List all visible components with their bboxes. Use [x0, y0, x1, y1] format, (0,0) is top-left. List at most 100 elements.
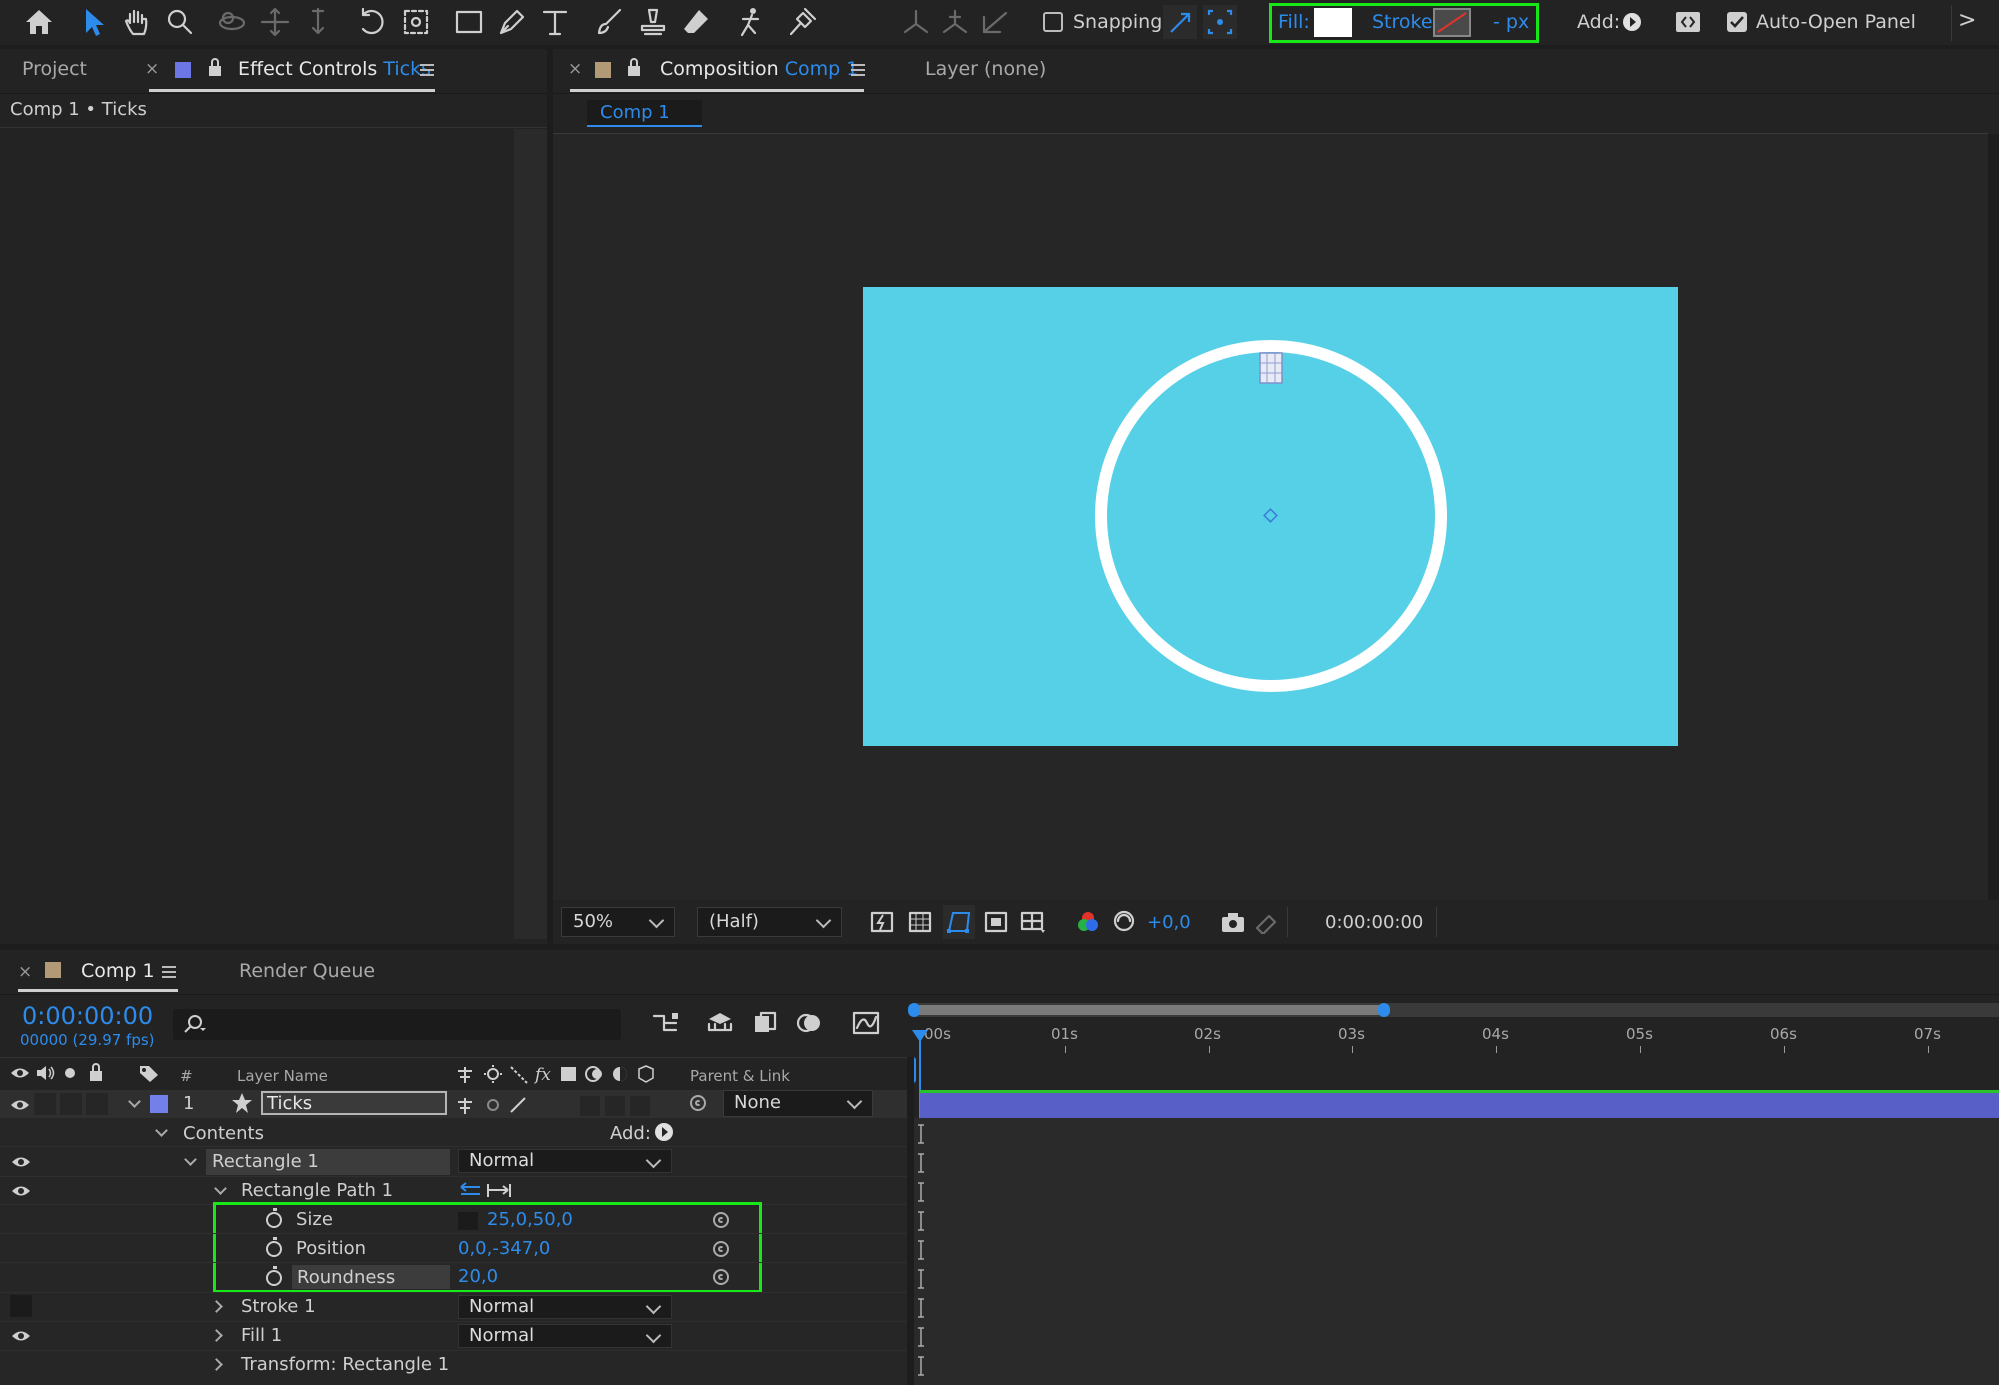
viewer-timecode[interactable]: 0:00:00:00 [1325, 912, 1423, 933]
type-tool-icon[interactable] [538, 5, 572, 39]
eraser-tool-icon[interactable] [679, 5, 713, 39]
brush-tool-icon[interactable] [592, 5, 626, 39]
parent-dropdown[interactable]: None [723, 1090, 873, 1117]
snap-center-icon[interactable] [1203, 5, 1237, 39]
visibility-eye-icon[interactable] [10, 1098, 29, 1110]
stroke-blend-mode-dropdown[interactable]: Normal [458, 1295, 672, 1319]
fast-previews-icon[interactable] [869, 909, 895, 935]
tab-project[interactable]: Project [22, 58, 87, 80]
lock-icon[interactable] [626, 58, 642, 78]
keyframe-marker[interactable] [917, 1298, 925, 1318]
panel-menu-icon[interactable] [420, 64, 434, 76]
auto-open-checkbox[interactable] [1727, 12, 1747, 32]
add-contents-icon[interactable] [655, 1123, 673, 1141]
tab-timeline-comp[interactable]: Comp 1 [81, 960, 155, 982]
keyframe-marker[interactable] [917, 1182, 925, 1202]
fill-blend-mode-dropdown[interactable]: Normal [458, 1324, 672, 1348]
snapping-checkbox[interactable] [1043, 12, 1063, 32]
pick-whip-icon[interactable] [713, 1212, 729, 1228]
graph-editor-icon[interactable] [851, 1010, 881, 1036]
tab-layer[interactable]: Layer (none) [925, 58, 1046, 80]
pick-whip-icon[interactable] [713, 1241, 729, 1257]
resolution-dropdown[interactable]: (Half) [697, 907, 842, 937]
grid-guides-icon[interactable] [1019, 909, 1049, 935]
frame-blending-icon[interactable] [751, 1010, 781, 1036]
tick-rectangle-icon[interactable] [1259, 352, 1283, 384]
keyframe-marker[interactable] [917, 1269, 925, 1289]
layer-duration-bar[interactable] [920, 1090, 1999, 1118]
selection-tool-icon[interactable] [77, 5, 111, 39]
scrollbar[interactable] [514, 129, 547, 939]
layer-switches[interactable] [455, 1094, 665, 1116]
keyframe-marker[interactable] [917, 1211, 925, 1231]
current-time[interactable]: 0:00:00:00 [22, 1002, 153, 1030]
visibility-off-switch[interactable] [10, 1295, 32, 1317]
size-value[interactable]: 25,0,50,0 [487, 1209, 573, 1230]
rectangle-tool-icon[interactable] [452, 5, 486, 39]
close-icon[interactable]: × [145, 59, 159, 79]
tab-render-queue[interactable]: Render Queue [239, 960, 375, 982]
keyframe-marker[interactable] [917, 1153, 925, 1173]
roto-brush-tool-icon[interactable] [733, 5, 767, 39]
view-axis-mode-icon[interactable] [978, 5, 1012, 39]
draft-3d-icon[interactable] [705, 1010, 735, 1036]
roundness-value[interactable]: 20,0 [458, 1266, 498, 1287]
toolbar-overflow-icon[interactable]: > [1958, 8, 1976, 33]
add-menu-icon[interactable] [1623, 13, 1641, 31]
rectangle-blend-mode-dropdown[interactable]: Normal [458, 1149, 672, 1173]
puppet-pin-tool-icon[interactable] [786, 5, 820, 39]
local-axis-mode-icon[interactable] [899, 5, 933, 39]
world-axis-mode-icon[interactable] [938, 5, 972, 39]
stopwatch-icon[interactable] [266, 1266, 282, 1286]
solo-switch[interactable] [60, 1093, 82, 1115]
exposure-value[interactable]: +0,0 [1147, 912, 1191, 933]
work-area-end-handle[interactable] [1378, 1003, 1390, 1017]
rectangle-group-row[interactable]: Rectangle 1 [206, 1149, 450, 1175]
orbit-camera-icon[interactable] [215, 5, 249, 39]
tab-effect-controls[interactable]: Effect Controls Ticks [238, 58, 431, 80]
reset-exposure-icon[interactable] [1112, 909, 1136, 933]
layer-name-field[interactable]: Ticks [261, 1091, 447, 1115]
show-snapshot-icon[interactable] [1253, 910, 1279, 934]
visibility-eye-icon[interactable] [11, 1329, 30, 1341]
dolly-camera-icon[interactable] [301, 5, 335, 39]
close-icon[interactable]: × [568, 59, 582, 79]
mask-path-visibility-icon[interactable] [943, 905, 975, 939]
keyframe-marker[interactable] [917, 1356, 925, 1376]
fill-color-swatch[interactable] [1314, 8, 1352, 37]
lock-switch[interactable] [86, 1093, 108, 1115]
panel-toggle-icon[interactable] [1675, 10, 1701, 34]
clone-stamp-tool-icon[interactable] [636, 5, 670, 39]
pan-camera-icon[interactable] [258, 5, 292, 39]
anchor-point-tool-icon[interactable] [399, 5, 433, 39]
comp-canvas[interactable] [863, 287, 1678, 746]
keyframe-marker[interactable] [917, 1240, 925, 1260]
channel-color-icon[interactable] [1075, 909, 1101, 935]
hand-tool-icon[interactable] [120, 5, 154, 39]
constrain-proportions-icon[interactable] [458, 1212, 478, 1230]
audio-switch[interactable] [34, 1093, 56, 1115]
transparency-grid-icon[interactable] [907, 909, 933, 935]
keyframe-marker[interactable] [917, 1124, 925, 1144]
zoom-dropdown[interactable]: 50% [561, 907, 675, 937]
close-icon[interactable]: × [18, 962, 32, 982]
lock-icon[interactable] [207, 58, 223, 78]
pick-whip-icon[interactable] [690, 1095, 706, 1111]
timeline-splitter[interactable] [907, 1057, 914, 1385]
stroke-color-swatch[interactable] [1433, 8, 1471, 37]
pick-whip-icon[interactable] [713, 1269, 729, 1285]
stopwatch-icon[interactable] [266, 1237, 282, 1257]
roundness-row[interactable]: Roundness [292, 1265, 450, 1289]
path-direction-icon[interactable] [458, 1180, 518, 1200]
visibility-eye-icon[interactable] [11, 1184, 30, 1196]
rotate-tool-icon[interactable] [355, 5, 389, 39]
position-value[interactable]: 0,0,-347,0 [458, 1238, 550, 1259]
zoom-tool-icon[interactable] [163, 5, 197, 39]
visibility-eye-icon[interactable] [11, 1155, 30, 1167]
pen-tool-icon[interactable] [495, 5, 529, 39]
work-area-start-handle[interactable] [908, 1003, 920, 1017]
motion-blur-icon[interactable] [794, 1010, 824, 1036]
home-icon[interactable] [22, 5, 56, 39]
panel-menu-icon[interactable] [851, 64, 865, 76]
work-area-bar[interactable] [914, 1005, 1384, 1015]
